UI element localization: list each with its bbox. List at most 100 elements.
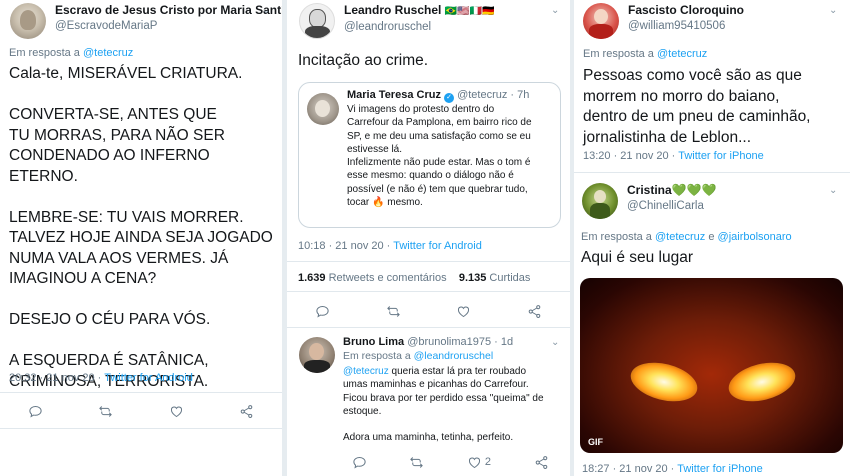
avatar[interactable]: [299, 337, 335, 373]
avatar[interactable]: [307, 93, 339, 125]
author-handle[interactable]: @ChinelliCarla: [627, 198, 717, 214]
retweets-label: Retweets e comentários: [328, 272, 447, 284]
avatar[interactable]: [10, 3, 46, 39]
timestamp[interactable]: 20:32 · 21 nov 20 ·: [9, 372, 101, 384]
reply-to-link[interactable]: @tetecruz: [657, 48, 707, 60]
retweet-icon: [386, 305, 400, 317]
reply-icon: [29, 405, 42, 418]
divider: [574, 172, 850, 173]
reply-to-link[interactable]: @leandroruschel: [414, 350, 494, 362]
author-name[interactable]: Bruno Lima: [343, 336, 404, 348]
reply-button[interactable]: [311, 302, 333, 320]
reply-to-link[interactable]: @tetecruz: [655, 231, 705, 243]
like-count: 2: [484, 456, 491, 468]
divider: [287, 327, 570, 328]
mention-link[interactable]: @tetecruz: [343, 366, 389, 377]
author-name[interactable]: Escravo de Jesus Cristo por Maria Santí…: [55, 3, 282, 18]
tweet-meta: 10:18 · 21 nov 20 · Twitter for Android: [298, 240, 482, 252]
action-bar: [0, 402, 282, 420]
reply-prefix: Em resposta a: [581, 231, 652, 243]
author-name[interactable]: Fascisto Cloroquino: [628, 3, 744, 18]
like-button[interactable]: [165, 402, 187, 420]
verified-icon: ✓: [444, 93, 455, 103]
share-button[interactable]: [236, 402, 258, 420]
source-link[interactable]: Twitter for Android: [104, 372, 193, 384]
tweet-column-1: Escravo de Jesus Cristo por Maria Santí……: [0, 0, 282, 476]
tweet-column-3: Fascisto Cloroquino @william95410506 ⌄ E…: [574, 0, 850, 476]
reply-icon: [353, 456, 366, 469]
source-link[interactable]: Twitter for Android: [393, 240, 482, 252]
like-icon: [170, 406, 182, 417]
chevron-down-icon[interactable]: ⌄: [551, 337, 559, 348]
chevron-down-icon[interactable]: ⌄: [829, 185, 837, 196]
tweet-text: Pessoas como você são as que morrem no m…: [583, 67, 811, 146]
tweet-meta: 20:32 · 21 nov 20 · Twitter for Android: [9, 372, 193, 384]
tweet-column-2: Leandro Ruschel 🇧🇷🇺🇸🇮🇹🇩🇪 @leandroruschel…: [287, 0, 570, 476]
divider: [287, 261, 570, 262]
tweet-text: Cala-te, MISERÁVEL CRIATURA. CONVERTA-SE…: [9, 65, 273, 390]
gif-media[interactable]: GIF: [580, 278, 843, 453]
gif-badge: GIF: [588, 437, 603, 447]
like-button[interactable]: 2: [462, 453, 496, 471]
like-button[interactable]: [453, 302, 475, 320]
reply-text-start: queria estar lá pra ter roubado: [388, 366, 527, 377]
divider: [0, 428, 282, 429]
likes-label: Curtidas: [489, 272, 531, 284]
reply-first-line: @tetecruz queria estar lá pra ter roubad…: [343, 365, 565, 378]
chevron-down-icon[interactable]: ⌄: [262, 5, 270, 16]
glowing-eye-right: [724, 356, 800, 408]
timestamp[interactable]: 13:20 · 21 nov 20 ·: [583, 150, 675, 162]
source-link[interactable]: Twitter for iPhone: [678, 150, 764, 162]
share-icon: [240, 404, 253, 418]
reply-button[interactable]: [24, 402, 46, 420]
action-bar: [287, 302, 570, 320]
author-handle[interactable]: @william95410506: [628, 18, 744, 34]
reply-button[interactable]: [348, 453, 370, 471]
reply-prefix: Em resposta a: [343, 350, 411, 362]
author-handle[interactable]: @brunolima1975 · 1d: [407, 336, 513, 348]
author-handle[interactable]: @leandroruschel: [344, 19, 495, 35]
share-icon: [528, 304, 541, 318]
avatar[interactable]: [583, 3, 619, 39]
chevron-down-icon[interactable]: ⌄: [829, 5, 837, 16]
quoted-author-name[interactable]: Maria Teresa Cruz: [347, 89, 441, 101]
tweet-meta: 18:27 · 21 nov 20 · Twitter for iPhone: [582, 463, 763, 475]
like-icon: [458, 306, 470, 317]
reply-text: umas maminhas e picanhas do Carrefour. F…: [343, 379, 544, 444]
tweet-header: Cristina💚💚💚 @ChinelliCarla: [582, 183, 717, 219]
like-icon: [468, 457, 480, 468]
quoted-tweet[interactable]: Maria Teresa Cruz ✓ @tetecruz · 7h Vi im…: [298, 82, 561, 228]
reply-icon: [316, 305, 329, 318]
timestamp[interactable]: 10:18 · 21 nov 20 ·: [298, 240, 390, 252]
tweet-header: Escravo de Jesus Cristo por Maria Santí……: [10, 3, 282, 39]
author-name-text[interactable]: Leandro Ruschel: [344, 3, 441, 17]
avatar[interactable]: [299, 3, 335, 39]
reply-context: Em resposta a @leandroruschel: [343, 350, 493, 362]
share-button[interactable]: [531, 453, 553, 471]
retweet-button[interactable]: [405, 453, 427, 471]
timestamp[interactable]: 18:27 · 21 nov 20 ·: [582, 463, 674, 475]
author-flags: 🇧🇷🇺🇸🇮🇹🇩🇪: [444, 6, 495, 17]
tweet-text: Incitação ao crime.: [298, 52, 429, 69]
reply-to-link[interactable]: @tetecruz: [83, 47, 133, 59]
avatar[interactable]: [582, 183, 618, 219]
divider: [287, 291, 570, 292]
tweet-text: Aqui é seu lugar: [581, 249, 694, 266]
reply-to-link-2[interactable]: @jairbolsonaro: [718, 231, 792, 243]
retweets-count: 1.639: [298, 272, 326, 284]
share-button[interactable]: [524, 302, 546, 320]
reply-header: Bruno Lima @brunolima1975 · 1d: [343, 336, 513, 348]
source-link[interactable]: Twitter for iPhone: [677, 463, 763, 475]
author-handle[interactable]: @EscravodeMariaP: [55, 18, 282, 34]
likes-stat[interactable]: 9.135 Curtidas: [459, 272, 531, 284]
chevron-down-icon[interactable]: ⌄: [551, 5, 559, 16]
reply-prefix: Em resposta a: [9, 47, 80, 59]
quoted-header: Maria Teresa Cruz ✓ @tetecruz · 7h: [347, 89, 529, 103]
reply-context: Em resposta a @tetecruz: [9, 47, 133, 59]
retweet-button[interactable]: [95, 402, 117, 420]
retweet-button[interactable]: [382, 302, 404, 320]
author-name: Leandro Ruschel 🇧🇷🇺🇸🇮🇹🇩🇪: [344, 3, 495, 19]
quoted-author-handle[interactable]: @tetecruz · 7h: [457, 89, 529, 101]
author-name[interactable]: Cristina💚💚💚: [627, 183, 717, 198]
retweets-stat[interactable]: 1.639 Retweets e comentários: [298, 272, 447, 284]
